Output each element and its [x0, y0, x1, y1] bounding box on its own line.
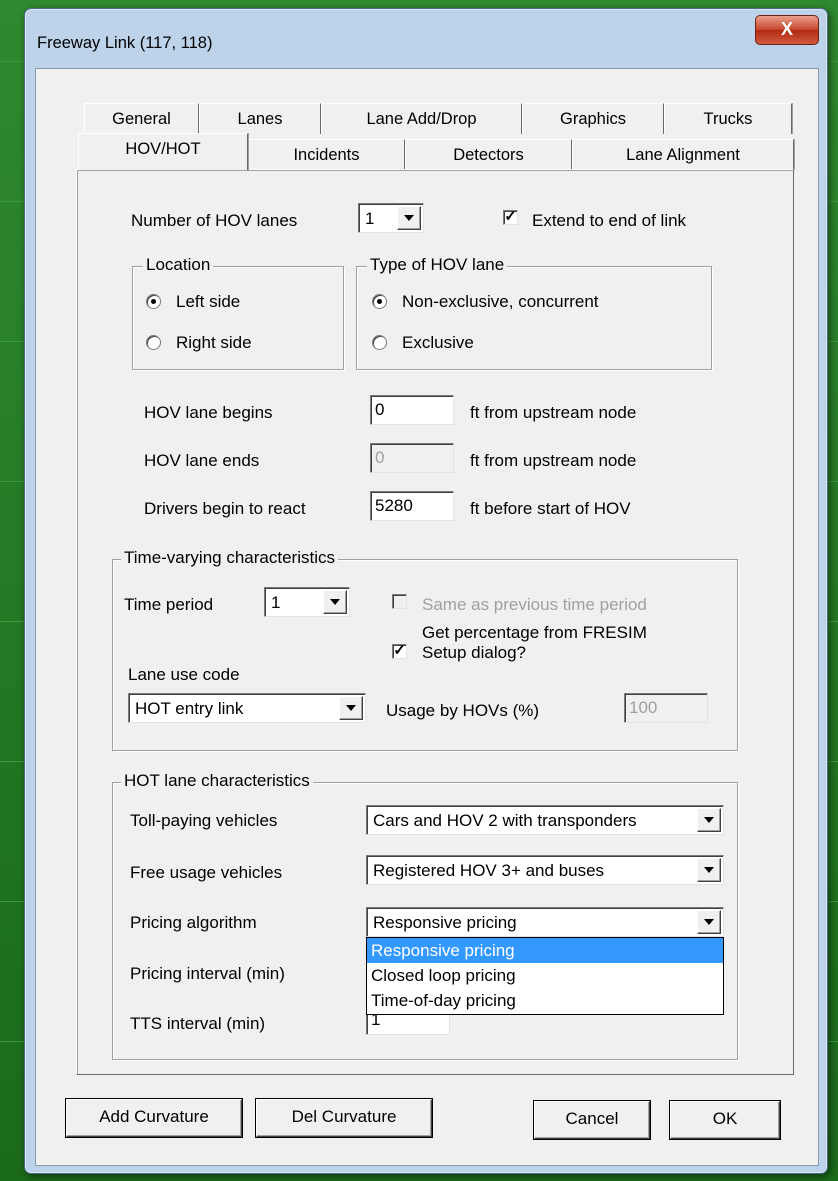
hov-begins-unit: ft from upstream node [470, 403, 637, 422]
hov-type-group: Type of HOV lane [356, 255, 712, 370]
num-hov-lanes-select[interactable]: 1 [358, 203, 424, 233]
ok-button[interactable]: OK [670, 1101, 780, 1139]
tab-hov-hot[interactable]: HOV/HOT [78, 133, 248, 170]
tab-lanes[interactable]: Lanes [199, 103, 321, 134]
exclusive-radio[interactable] [372, 335, 387, 350]
pricing-value: Responsive pricing [373, 913, 517, 932]
pricing-option[interactable]: Time-of-day pricing [367, 988, 723, 1013]
tab-label: Incidents [293, 146, 360, 164]
free-value: Registered HOV 3+ and buses [373, 861, 605, 880]
close-button[interactable]: X [755, 15, 819, 45]
close-icon: X [780, 19, 793, 39]
chevron-down-icon[interactable] [697, 910, 721, 934]
tab-detectors[interactable]: Detectors [405, 139, 572, 170]
tab-label: Trucks [703, 110, 753, 128]
right-side-radio[interactable] [146, 335, 161, 350]
tab-general[interactable]: General [84, 103, 199, 134]
extend-label: Extend to end of link [532, 211, 687, 230]
chevron-down-icon[interactable] [397, 206, 421, 230]
time-period-select[interactable]: 1 [264, 587, 350, 617]
left-side-label: Left side [176, 292, 241, 311]
usage-input[interactable]: 100 [624, 693, 708, 723]
tab-lane-alignment[interactable]: Lane Alignment [572, 139, 794, 170]
pricing-option[interactable]: Closed loop pricing [367, 963, 723, 988]
num-hov-lanes-value: 1 [365, 209, 375, 228]
usage-label: Usage by HOVs (%) [386, 701, 540, 720]
tab-trucks[interactable]: Trucks [664, 103, 792, 134]
get-pct-label-2: Setup dialog? [422, 643, 526, 662]
non-exclusive-radio[interactable] [372, 294, 387, 309]
add-curvature-button[interactable]: Add Curvature [66, 1099, 242, 1137]
toll-select[interactable]: Cars and HOV 2 with transponders [366, 805, 724, 835]
cancel-label: Cancel [565, 1109, 619, 1128]
tab-label: Detectors [453, 146, 524, 164]
chevron-down-icon[interactable] [323, 590, 347, 614]
tab-incidents[interactable]: Incidents [248, 139, 405, 170]
tab-label: HOV/HOT [125, 140, 201, 158]
tab-label: General [112, 110, 171, 128]
location-legend: Location [143, 255, 214, 275]
del-curvature-button[interactable]: Del Curvature [256, 1099, 432, 1137]
freeway-link-dialog: Freeway Link (117, 118) X General Lanes … [24, 8, 828, 1174]
cancel-button[interactable]: Cancel [534, 1101, 650, 1139]
chevron-down-icon[interactable] [697, 808, 721, 832]
num-hov-lanes-label: Number of HOV lanes [131, 211, 298, 230]
hov-begins-label: HOV lane begins [144, 403, 273, 422]
tts-label: TTS interval (min) [130, 1014, 266, 1033]
free-select[interactable]: Registered HOV 3+ and buses [366, 855, 724, 885]
hov-begins-input[interactable]: 0 [370, 395, 454, 425]
hov-type-legend: Type of HOV lane [367, 255, 508, 275]
get-pct-label-1: Get percentage from FRESIM [422, 623, 647, 642]
pricing-select[interactable]: Responsive pricing [366, 907, 724, 937]
right-side-label: Right side [176, 333, 252, 352]
tab-label: Lane Add/Drop [366, 110, 477, 128]
dialog-client-area: General Lanes Lane Add/Drop Graphics Tru… [35, 68, 819, 1166]
toll-label: Toll-paying vehicles [130, 811, 278, 830]
free-label: Free usage vehicles [130, 863, 283, 882]
lane-use-value: HOT entry link [135, 699, 244, 718]
get-pct-checkbox[interactable]: ✓ [392, 643, 407, 659]
time-period-label: Time period [124, 595, 214, 614]
tab-lane-add-drop[interactable]: Lane Add/Drop [321, 103, 522, 134]
tab-graphics[interactable]: Graphics [522, 103, 664, 134]
add-curvature-label: Add Curvature [99, 1107, 209, 1126]
react-unit: ft before start of HOV [470, 499, 631, 518]
react-input[interactable]: 5280 [370, 491, 454, 521]
tab-label: Lane Alignment [626, 146, 740, 164]
pricing-label: Pricing algorithm [130, 913, 257, 932]
window-title: Freeway Link (117, 118) [37, 34, 213, 52]
tab-label: Graphics [559, 110, 627, 128]
title-bar[interactable]: Freeway Link (117, 118) X [25, 9, 827, 59]
del-curvature-label: Del Curvature [291, 1107, 397, 1126]
hov-ends-label: HOV lane ends [144, 451, 260, 470]
hov-ends-input[interactable]: 0 [370, 443, 454, 473]
time-period-value: 1 [271, 593, 281, 612]
pricing-interval-label: Pricing interval (min) [130, 964, 285, 983]
same-prev-checkbox[interactable] [392, 594, 407, 609]
lane-use-select[interactable]: HOT entry link [128, 693, 366, 723]
hot-legend: HOT lane characteristics [121, 771, 313, 791]
chevron-down-icon[interactable] [339, 696, 363, 720]
tab-label: Lanes [237, 110, 283, 128]
hov-ends-unit: ft from upstream node [470, 451, 637, 470]
pricing-dropdown-list: Responsive pricing Closed loop pricing T… [366, 937, 724, 1015]
time-varying-legend: Time-varying characteristics [121, 548, 338, 568]
pricing-option[interactable]: Responsive pricing [367, 938, 723, 963]
location-group: Location [132, 255, 344, 370]
left-side-radio[interactable] [146, 294, 161, 309]
lane-use-label: Lane use code [128, 665, 240, 684]
exclusive-label: Exclusive [402, 333, 474, 352]
non-exclusive-label: Non-exclusive, concurrent [402, 292, 599, 311]
chevron-down-icon[interactable] [697, 858, 721, 882]
react-label: Drivers begin to react [144, 499, 306, 518]
toll-value: Cars and HOV 2 with transponders [373, 811, 637, 830]
extend-checkbox[interactable]: ✓ [503, 209, 518, 225]
same-prev-label: Same as previous time period [422, 595, 647, 614]
ok-label: OK [712, 1109, 738, 1128]
